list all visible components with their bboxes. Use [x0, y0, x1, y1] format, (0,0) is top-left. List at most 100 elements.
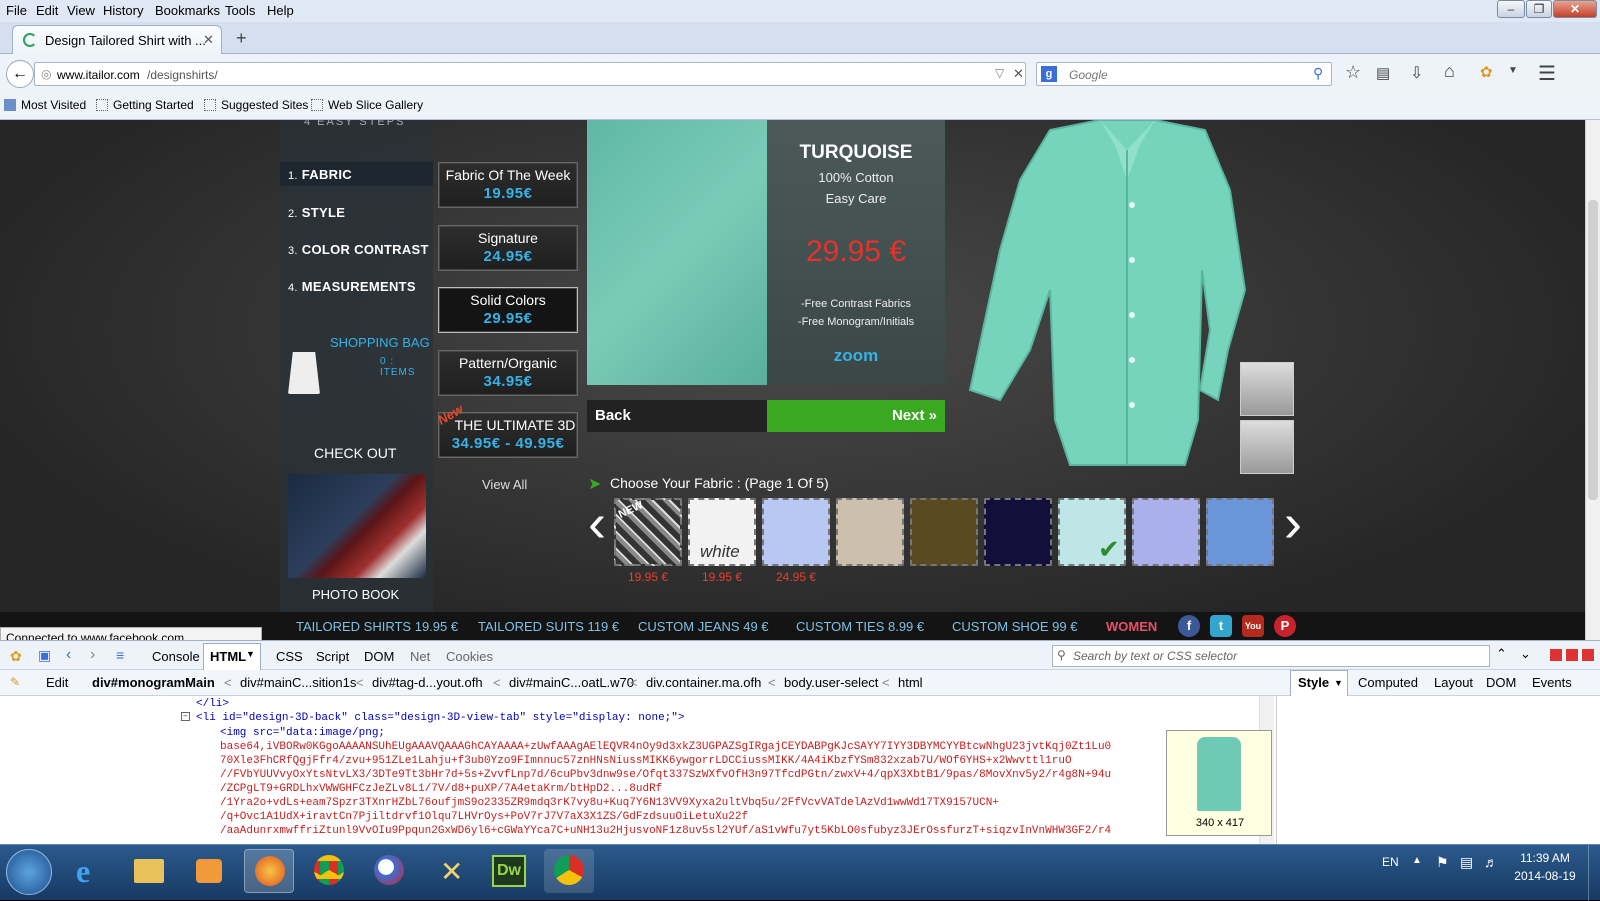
menu-tools[interactable]: Tools — [225, 3, 255, 18]
chrome-icon[interactable] — [304, 849, 354, 893]
front-view-thumbnail[interactable] — [1240, 362, 1294, 416]
back-view-thumbnail[interactable] — [1240, 420, 1294, 474]
fabric-swatch[interactable] — [762, 498, 830, 566]
new-tab-button[interactable]: + — [236, 28, 247, 49]
menu-help[interactable]: Help — [267, 3, 294, 18]
fabric-of-the-week-button[interactable]: Fabric Of The Week 19.95€ — [438, 162, 578, 208]
footer-custom-shoe[interactable]: CUSTOM SHOE 99 € — [952, 619, 1077, 634]
crumb-tag-layout[interactable]: div#tag-d...yout.ofh — [372, 675, 483, 690]
media-player-icon[interactable] — [184, 849, 234, 893]
clock-date[interactable]: 2014-08-19 — [1510, 869, 1580, 883]
crumb-container[interactable]: div.container.ma.ofh — [646, 675, 761, 690]
photo-book-image[interactable] — [288, 474, 426, 578]
firebug-icon[interactable]: ✿ — [10, 648, 22, 665]
fabric-swatch[interactable] — [1132, 498, 1200, 566]
step-style[interactable]: 2. STYLE — [288, 205, 345, 220]
shopping-bag-icon[interactable] — [288, 352, 320, 394]
fb-html-dropdown-icon[interactable]: ▼ — [246, 649, 255, 659]
menu-edit[interactable]: Edit — [36, 3, 58, 18]
downloads-icon[interactable]: ⇩ — [1410, 63, 1423, 83]
fabric-swatch[interactable] — [984, 498, 1052, 566]
scroll-thumb[interactable] — [1588, 200, 1598, 500]
footer-custom-ties[interactable]: CUSTOM TIES 8.99 € — [796, 619, 924, 634]
fb-side-tab-dom[interactable]: DOM — [1486, 675, 1516, 690]
solid-colors-button[interactable]: Solid Colors 29.95€ — [438, 287, 578, 333]
checkout-link[interactable]: CHECK OUT — [314, 445, 396, 461]
start-button-icon[interactable] — [6, 849, 52, 895]
stop-icon[interactable]: ✕ — [1013, 66, 1024, 82]
fb-search-next-icon[interactable]: ⌄ — [1520, 646, 1531, 662]
clock-time[interactable]: 11:39 AM — [1510, 851, 1580, 865]
pattern-organic-button[interactable]: Pattern/Organic 34.95€ — [438, 350, 578, 396]
fb-tab-html[interactable]: HTML — [210, 649, 246, 664]
file-explorer-icon[interactable] — [124, 849, 174, 893]
fb-detach-icon[interactable] — [1566, 649, 1578, 661]
fb-style-dropdown-icon[interactable]: ▼ — [1334, 678, 1343, 688]
inspect-icon[interactable]: ▣ — [38, 647, 51, 664]
back-arrow-icon[interactable]: ← — [6, 60, 34, 88]
chrome-app-icon[interactable] — [544, 849, 594, 893]
close-window-button[interactable]: ✕ — [1553, 0, 1597, 18]
fb-search-prev-icon[interactable]: ⌃ — [1496, 646, 1507, 662]
fb-side-tab-computed[interactable]: Computed — [1358, 675, 1418, 690]
fb-tab-script[interactable]: Script — [316, 649, 349, 664]
menu-bookmarks[interactable]: Bookmarks — [155, 3, 220, 18]
menu-history[interactable]: History — [103, 3, 143, 18]
bookmark-star-icon[interactable]: ☆ — [1345, 62, 1361, 83]
fb-tab-dom[interactable]: DOM — [364, 649, 394, 664]
search-bar[interactable]: g Google ⚲ — [1036, 62, 1332, 86]
command-line-icon[interactable]: ≡ — [116, 647, 124, 663]
fb-side-tab-style[interactable]: Style — [1298, 675, 1329, 690]
action-center-flag-icon[interactable]: ⚑ — [1436, 854, 1449, 871]
fb-close-icon[interactable] — [1582, 649, 1594, 661]
fb-side-tab-layout[interactable]: Layout — [1434, 675, 1473, 690]
fabric-swatch[interactable]: white — [688, 498, 756, 566]
fabric-swatch[interactable]: ✔ — [1058, 498, 1126, 566]
firebug-icon[interactable]: ✿ — [1480, 63, 1493, 81]
opera-like-icon[interactable] — [364, 849, 414, 893]
step-color-contrast[interactable]: 3. COLOR CONTRAST — [288, 242, 429, 257]
crumb-html[interactable]: html — [898, 675, 923, 690]
internet-explorer-icon[interactable]: e — [64, 849, 114, 893]
url-bar[interactable]: ◎ www.itailor.com /designshirts/ ▽ ✕ — [34, 62, 1026, 86]
crumb-mainc-float[interactable]: div#mainC...oatL.w70 — [509, 675, 634, 690]
google-icon[interactable]: g — [1041, 66, 1057, 82]
language-indicator[interactable]: EN — [1382, 855, 1399, 869]
menu-view[interactable]: View — [67, 3, 95, 18]
volume-icon[interactable]: ♬ — [1484, 854, 1498, 870]
fb-minimize-icon[interactable] — [1550, 649, 1562, 661]
footer-women[interactable]: WOMEN — [1106, 619, 1157, 634]
back-icon[interactable]: ‹ — [66, 646, 71, 664]
fabric-swatch[interactable] — [910, 498, 978, 566]
back-button[interactable]: Back — [587, 400, 767, 432]
fb-tab-cookies[interactable]: Cookies — [446, 649, 493, 664]
twitter-icon[interactable]: t — [1210, 615, 1232, 637]
fb-tab-console[interactable]: Console — [152, 649, 200, 664]
firefox-icon[interactable] — [244, 849, 294, 893]
view-all-link[interactable]: View All — [482, 477, 527, 492]
page-scrollbar[interactable] — [1585, 120, 1600, 640]
maximize-button[interactable]: ❐ — [1526, 0, 1552, 18]
search-icon[interactable]: ⚲ — [1313, 65, 1323, 82]
prev-page-arrow-icon[interactable]: ‹ — [588, 496, 606, 550]
dropdown-icon[interactable]: ▼ — [1508, 65, 1518, 76]
fb-tab-net[interactable]: Net — [410, 649, 430, 664]
fb-side-tab-events[interactable]: Events — [1532, 675, 1572, 690]
footer-custom-jeans[interactable]: CUSTOM JEANS 49 € — [638, 619, 769, 634]
crumb-mainc-position[interactable]: div#mainC...sition1s — [240, 675, 356, 690]
fabric-swatch[interactable] — [1206, 498, 1274, 566]
show-desktop-button[interactable] — [1588, 845, 1600, 901]
bookmark-getting-started[interactable]: Getting Started — [96, 98, 194, 112]
fabric-swatch[interactable]: NEW — [614, 498, 682, 566]
zoom-link[interactable]: zoom — [767, 346, 945, 366]
tool-icon[interactable]: ✕ — [424, 849, 474, 893]
show-hidden-icons[interactable]: ▲ — [1412, 855, 1422, 866]
footer-tailored-suits[interactable]: TAILORED SUITS 119 € — [478, 619, 619, 634]
step-fabric[interactable]: 1. FABRIC — [288, 167, 352, 182]
next-page-arrow-icon[interactable]: › — [1284, 496, 1302, 550]
photo-book-link[interactable]: PHOTO BOOK — [312, 587, 399, 602]
bookmark-most-visited[interactable]: Most Visited — [4, 98, 86, 112]
hamburger-menu-icon[interactable]: ☰ — [1538, 61, 1556, 86]
dropdown-arrow-icon[interactable]: ▽ — [995, 66, 1004, 80]
reading-list-icon[interactable]: ▤ — [1376, 64, 1390, 82]
